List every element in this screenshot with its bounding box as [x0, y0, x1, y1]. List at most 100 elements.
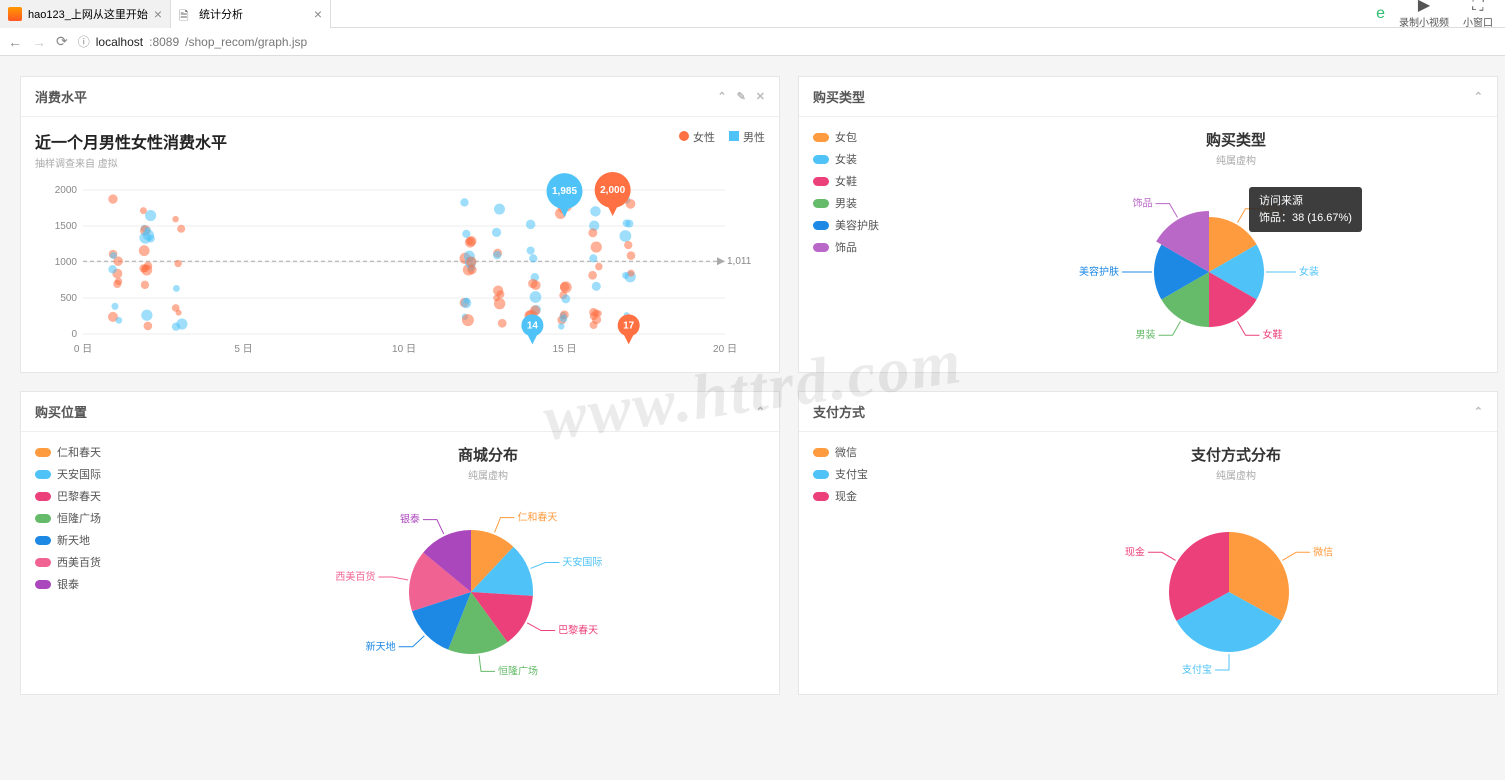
address-bar: ← → ⟳ ⓘ localhost :8089/shop_recom/graph.… — [0, 28, 1505, 56]
legend-item[interactable]: 西美百货 — [35, 554, 195, 570]
panel-purchase-location: 购买位置 ⌃ 仁和春天天安国际巴黎春天恒隆广场新天地西美百货银泰 商城分布 纯属… — [20, 391, 780, 695]
collapse-icon[interactable]: ⌃ — [1474, 405, 1483, 418]
svg-text:饰品: 饰品 — [1133, 197, 1153, 210]
close-panel-icon[interactable]: ✕ — [756, 90, 765, 103]
svg-text:10 日: 10 日 — [392, 344, 416, 355]
legend-item[interactable]: 现金 — [813, 488, 973, 504]
tab-label: hao123_上网从这里开始 — [28, 6, 148, 22]
chart-title: 商城分布 — [211, 444, 765, 465]
small-window-button[interactable]: ⛶小窗口 — [1463, 0, 1493, 29]
chart-tooltip: 访问来源 饰品：38 (16.67%) — [1249, 187, 1362, 232]
legend-item[interactable]: 女鞋 — [813, 173, 973, 189]
legend-item[interactable]: 新天地 — [35, 532, 195, 548]
panel-title: 消费水平 — [35, 87, 87, 106]
svg-text:1,011: 1,011 — [727, 256, 752, 267]
svg-text:女鞋: 女鞋 — [1263, 328, 1283, 341]
svg-text:新天地: 新天地 — [366, 640, 396, 653]
tab-label: 统计分析 — [199, 6, 243, 22]
svg-text:2,000: 2,000 — [600, 185, 625, 196]
chart-subtitle: 纯属虚构 — [211, 467, 765, 482]
svg-text:2000: 2000 — [55, 185, 78, 196]
legend-item[interactable]: 支付宝 — [813, 466, 973, 482]
svg-text:女装: 女装 — [1299, 265, 1319, 278]
svg-text:微信: 微信 — [1313, 545, 1333, 558]
close-icon[interactable]: × — [314, 6, 322, 22]
svg-text:0 日: 0 日 — [74, 344, 92, 355]
record-video-button[interactable]: ▶录制小视频 — [1399, 0, 1449, 29]
reload-icon[interactable]: ⟳ — [56, 33, 68, 50]
close-icon[interactable]: × — [154, 6, 162, 22]
legend-item[interactable]: 女装 — [813, 151, 973, 167]
panel-purchase-type: 购买类型 ⌃ 女包女装女鞋男装美容护肤饰品 购买类型 纯属虚构 女包女装女鞋男装… — [798, 76, 1498, 373]
svg-text:西美百货: 西美百货 — [335, 570, 375, 583]
url-field[interactable]: ⓘ localhost :8089/shop_recom/graph.jsp — [78, 33, 308, 50]
svg-text:恒隆广场: 恒隆广场 — [498, 664, 538, 677]
panel-title: 购买位置 — [35, 402, 87, 421]
legend-item[interactable]: 天安国际 — [35, 466, 195, 482]
info-icon: ⓘ — [78, 33, 90, 50]
svg-text:支付宝: 支付宝 — [1182, 663, 1212, 676]
url-path: /shop_recom/graph.jsp — [185, 35, 307, 49]
new-tab-button[interactable] — [331, 0, 359, 27]
chart-title: 购买类型 — [989, 129, 1483, 150]
browser-tab-strip: hao123_上网从这里开始 × 统计分析 × e ▶录制小视频 ⛶小窗口 — [0, 0, 1505, 28]
svg-text:天安国际: 天安国际 — [562, 556, 602, 569]
forward-icon[interactable]: → — [32, 34, 46, 50]
settings-icon[interactable]: ✎ — [737, 90, 746, 103]
svg-text:1,985: 1,985 — [552, 186, 577, 197]
legend-item[interactable]: 女包 — [813, 129, 973, 145]
svg-text:14: 14 — [527, 320, 539, 331]
browser-logo-button[interactable]: e — [1376, 6, 1385, 22]
chart-title: 近一个月男性女性消费水平 — [35, 129, 227, 153]
scatter-chart: 0 500 1000 1500 2000 0 日 5 日 10 日 15 日 20 日 1,011 1… — [35, 170, 755, 360]
svg-text:20 日: 20 日 — [713, 344, 737, 355]
svg-text:现金: 现金 — [1125, 545, 1145, 558]
collapse-icon[interactable]: ⌃ — [1474, 90, 1483, 103]
hao123-icon — [8, 7, 22, 21]
panel-title: 购买类型 — [813, 87, 865, 106]
legend-item[interactable]: 男性 — [729, 129, 765, 145]
collapse-icon[interactable]: ⌃ — [717, 90, 726, 103]
svg-text:17: 17 — [623, 320, 635, 331]
legend-item[interactable]: 女性 — [679, 129, 715, 145]
svg-text:5 日: 5 日 — [234, 344, 252, 355]
legend-item[interactable]: 美容护肤 — [813, 217, 973, 233]
legend: 微信支付宝现金 — [813, 444, 973, 682]
legend: 仁和春天天安国际巴黎春天恒隆广场新天地西美百货银泰 — [35, 444, 195, 682]
back-icon[interactable]: ← — [8, 34, 22, 50]
legend-item[interactable]: 微信 — [813, 444, 973, 460]
url-host: localhost — [96, 35, 143, 49]
panel-title: 支付方式 — [813, 402, 865, 421]
legend: 女包女装女鞋男装美容护肤饰品 — [813, 129, 973, 357]
svg-text:仁和春天: 仁和春天 — [517, 512, 557, 524]
chart-subtitle: 纯属虚构 — [989, 467, 1483, 482]
svg-text:1000: 1000 — [55, 257, 78, 268]
pie-chart: 仁和春天天安国际巴黎春天恒隆广场 新天地 西美百货 银泰 — [211, 482, 731, 682]
pie-chart: 女包女装女鞋男装美容护肤饰品 — [989, 167, 1429, 357]
legend-item[interactable]: 仁和春天 — [35, 444, 195, 460]
svg-text:银泰: 银泰 — [400, 513, 420, 526]
svg-text:巴黎春天: 巴黎春天 — [558, 624, 598, 637]
browser-tab-hao123[interactable]: hao123_上网从这里开始 × — [0, 0, 171, 28]
chart-subtitle: 纯属虚构 — [989, 152, 1483, 167]
url-port: :8089 — [149, 35, 179, 49]
svg-text:15 日: 15 日 — [553, 344, 577, 355]
chart-subtitle: 抽样调查来自 虚拟 — [35, 155, 227, 170]
pie-chart: 微信支付宝 现金 — [989, 482, 1449, 682]
collapse-icon[interactable]: ⌃ — [756, 405, 765, 418]
legend-item[interactable]: 恒隆广场 — [35, 510, 195, 526]
svg-text:1500: 1500 — [55, 221, 78, 232]
page-icon — [179, 7, 193, 21]
legend-item[interactable]: 饰品 — [813, 239, 973, 255]
svg-text:美容护肤: 美容护肤 — [1079, 265, 1119, 278]
svg-text:500: 500 — [60, 293, 77, 304]
legend: 女性男性 — [679, 129, 765, 145]
legend-item[interactable]: 男装 — [813, 195, 973, 211]
panel-consumption: 消费水平 ⌃ ✎ ✕ 近一个月男性女性消费水平 抽样调查来自 虚拟 女性男性 0… — [20, 76, 780, 373]
browser-tab-stats[interactable]: 统计分析 × — [171, 0, 331, 28]
legend-item[interactable]: 银泰 — [35, 576, 195, 592]
legend-item[interactable]: 巴黎春天 — [35, 488, 195, 504]
svg-text:0: 0 — [71, 329, 77, 340]
svg-text:男装: 男装 — [1136, 328, 1156, 341]
chart-title: 支付方式分布 — [989, 444, 1483, 465]
